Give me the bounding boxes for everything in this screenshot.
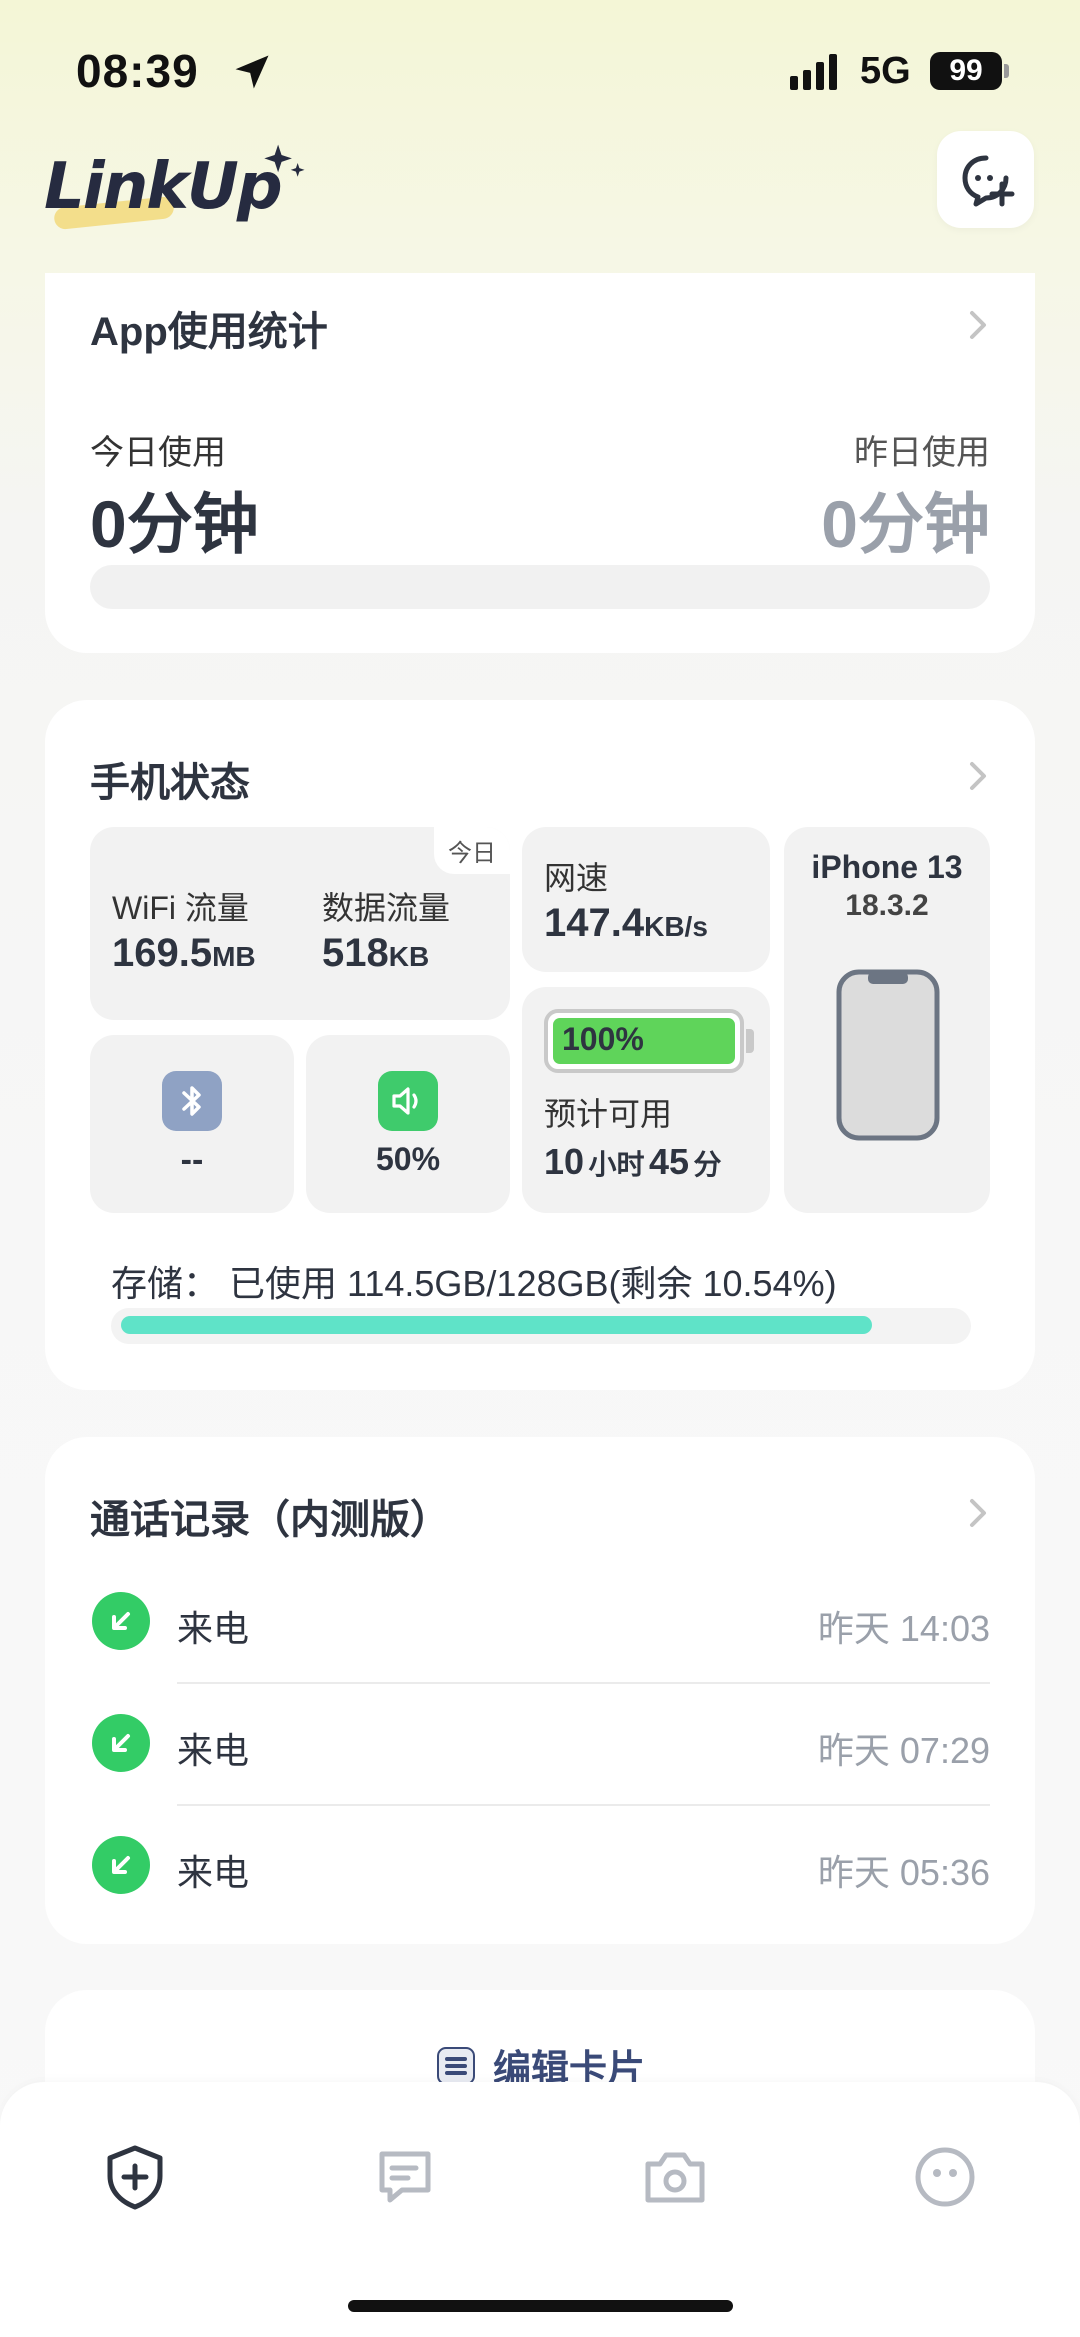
today-tag: 今日: [434, 827, 510, 874]
device-tile: iPhone 13 18.3.2: [784, 827, 990, 1213]
call-type: 来电: [177, 1852, 250, 1893]
usage-progress-bar: [90, 565, 990, 609]
status-time: 08:39: [76, 45, 199, 97]
chevron-right-icon[interactable]: [963, 756, 993, 796]
face-icon[interactable]: [910, 2142, 980, 2212]
yesterday-usage-label: 昨日使用: [854, 434, 990, 472]
speed-label: 网速: [544, 860, 609, 896]
battery-indicator: 99: [930, 52, 1002, 90]
chat-icon[interactable]: [370, 2142, 440, 2212]
call-log-item[interactable]: 来电 昨天 14:03: [45, 1562, 1035, 1684]
add-friend-button[interactable]: [937, 131, 1034, 228]
today-usage-value: 0分钟: [90, 487, 259, 561]
call-time: 昨天 07:29: [817, 1730, 990, 1771]
device-name: iPhone 13: [811, 849, 963, 885]
call-log-card[interactable]: 通话记录（内测版） 来电 昨天 14:03 来电 昨天 07:29 来电 昨天 …: [45, 1437, 1035, 1944]
status-bar: 08:39 5G 99: [0, 0, 1080, 140]
home-indicator: [348, 2300, 733, 2312]
signal-strength-icon: [790, 52, 837, 90]
volume-tile[interactable]: 50%: [306, 1035, 510, 1213]
yesterday-usage-value: 0分钟: [821, 487, 990, 561]
phone-status-title: 手机状态: [90, 761, 250, 805]
wifi-traffic-value: 169.5MB: [112, 931, 256, 975]
call-time: 昨天 14:03: [817, 1608, 990, 1649]
incoming-call-icon: [92, 1714, 150, 1772]
incoming-call-icon: [92, 1592, 150, 1650]
app-usage-title: App使用统计: [90, 310, 328, 354]
list-card-icon: [437, 2046, 475, 2085]
chevron-right-icon[interactable]: [963, 305, 993, 345]
battery-percent: 100%: [562, 1021, 644, 1057]
call-log-title: 通话记录（内测版）: [90, 1498, 450, 1542]
phone-status-card[interactable]: 手机状态 今日 WiFi 流量 169.5MB 数据流量 518KB 网速 14…: [45, 700, 1035, 1390]
add-friend-icon: [962, 155, 1014, 206]
phone-illustration-icon: [836, 969, 940, 1141]
app-usage-card[interactable]: App使用统计 今日使用 0分钟 昨日使用 0分钟: [45, 273, 1035, 653]
battery-tip: [1004, 64, 1009, 78]
network-speed-tile: 网速 147.4KB/s: [522, 827, 770, 972]
sparkle-icon: [264, 144, 305, 177]
bottom-nav: [0, 2082, 1080, 2337]
camera-icon[interactable]: [640, 2142, 710, 2212]
estimate-label: 预计可用: [544, 1096, 673, 1132]
incoming-call-icon: [92, 1836, 150, 1894]
traffic-tile: 今日 WiFi 流量 169.5MB 数据流量 518KB: [90, 827, 510, 1020]
call-log-item[interactable]: 来电 昨天 07:29: [45, 1684, 1035, 1806]
linkup-logo: LinkUp: [44, 140, 305, 240]
call-type: 来电: [177, 1608, 250, 1649]
battery-tile: 100% 预计可用 10 小时 45 分: [522, 987, 770, 1213]
estimate-value: 10 小时 45 分: [544, 1141, 722, 1182]
volume-value: 50%: [375, 1141, 441, 1177]
speaker-icon: [378, 1071, 438, 1131]
call-type: 来电: [177, 1730, 250, 1771]
battery-gauge: 100%: [544, 1009, 754, 1073]
logo-text: LinkUp: [44, 150, 283, 224]
call-time: 昨天 05:36: [817, 1852, 990, 1893]
location-arrow-icon: [235, 55, 269, 89]
os-version: 18.3.2: [845, 889, 929, 922]
bluetooth-icon: [162, 1071, 222, 1131]
call-log-item[interactable]: 来电 昨天 05:36: [45, 1806, 1035, 1928]
home-add-icon[interactable]: [100, 2142, 170, 2212]
battery-gauge-tip: [746, 1029, 754, 1053]
chevron-right-icon[interactable]: [963, 1493, 993, 1533]
data-traffic-label: 数据流量: [322, 890, 451, 926]
speed-value: 147.4KB/s: [544, 901, 708, 945]
bluetooth-tile[interactable]: --: [90, 1035, 294, 1213]
wifi-traffic-label: WiFi 流量: [112, 890, 249, 926]
storage-bar: [111, 1308, 971, 1344]
data-traffic-value: 518KB: [322, 931, 430, 975]
bluetooth-value: --: [180, 1141, 204, 1179]
today-usage-label: 今日使用: [90, 434, 226, 472]
storage-text: 存储： 已使用 114.5GB/128GB(剩余 10.54%): [111, 1263, 837, 1304]
storage-fill: [121, 1316, 872, 1334]
network-type: 5G: [860, 50, 911, 92]
